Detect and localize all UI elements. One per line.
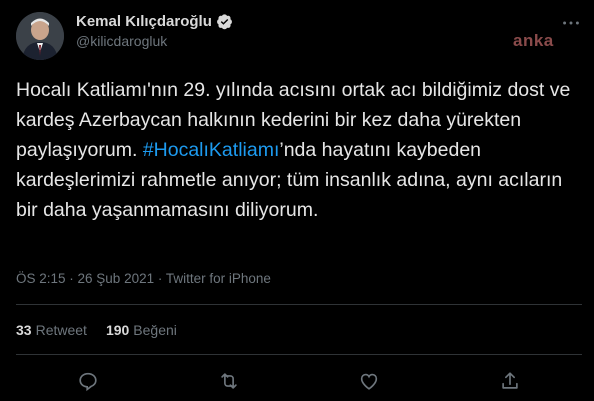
more-icon[interactable] (560, 12, 582, 34)
avatar-image (16, 12, 64, 60)
divider (16, 354, 582, 355)
author-handle[interactable]: @kilicdarogluk (76, 33, 167, 49)
share-icon[interactable] (499, 370, 521, 392)
tweet-stats: 33 Retweet 190 Beğeni (16, 322, 196, 338)
verified-badge-icon (216, 13, 233, 30)
tweet-text: Hocalı Katliamı'nın 29. yılında acısını … (16, 75, 582, 225)
divider (16, 304, 582, 305)
meta-separator: · (154, 271, 166, 286)
retweet-count: 33 (16, 322, 32, 338)
like-count: 190 (105, 322, 130, 338)
author-name[interactable]: Kemal Kılıçdaroğlu (76, 13, 212, 30)
like-label: Beğeni (133, 322, 177, 338)
like-icon[interactable] (358, 370, 380, 392)
hashtag-link[interactable]: #HocalıKatliamı (143, 139, 280, 161)
tweet-source[interactable]: Twitter for iPhone (166, 271, 271, 286)
like-stat[interactable]: 190 Beğeni (106, 322, 177, 338)
tweet-meta: ÖS 2:15 · 26 Şub 2021 · Twitter for iPho… (16, 271, 271, 286)
tweet-card: Kemal Kılıçdaroğlu @kilicdarogluk anka H… (0, 0, 594, 401)
retweet-stat[interactable]: 33 Retweet (16, 322, 87, 338)
tweet-date[interactable]: 26 Şub 2021 (78, 271, 155, 286)
action-bar (0, 370, 594, 394)
tweet-time[interactable]: ÖS 2:15 (16, 271, 66, 286)
reply-icon[interactable] (77, 370, 99, 392)
retweet-icon[interactable] (218, 370, 240, 392)
author-name-row[interactable]: Kemal Kılıçdaroğlu (76, 13, 233, 30)
anka-watermark: anka (513, 31, 554, 50)
meta-separator: · (65, 271, 78, 286)
avatar[interactable] (16, 12, 64, 60)
retweet-label: Retweet (35, 322, 87, 338)
